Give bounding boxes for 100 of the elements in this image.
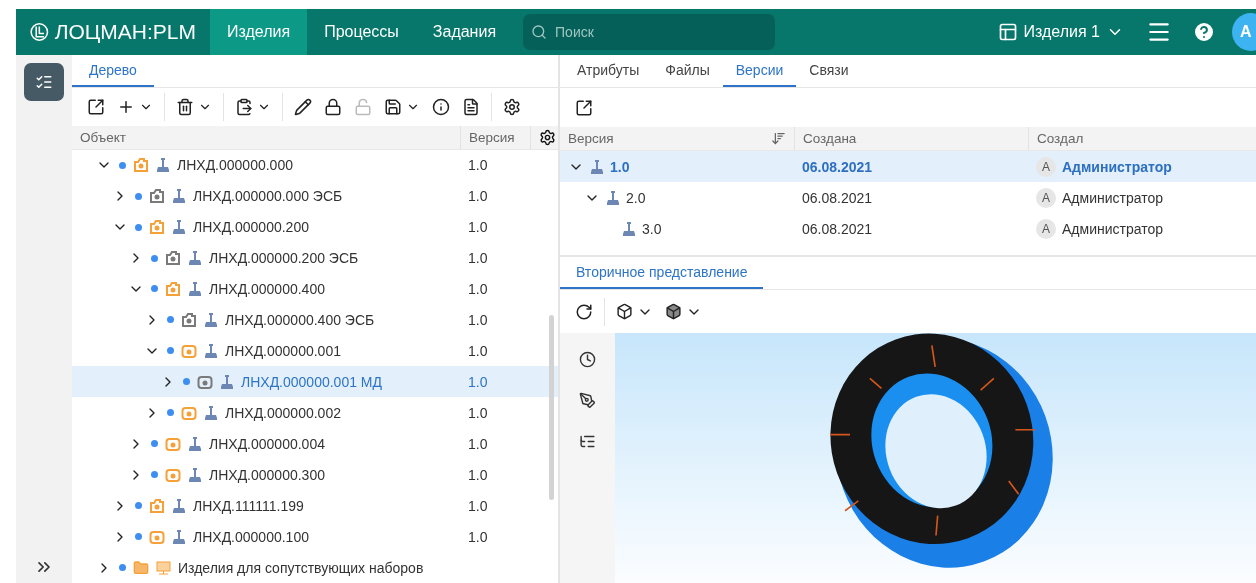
created-date: 06.08.2021	[802, 190, 873, 207]
tree-row[interactable]: ЛНХД.000000.400 ЭСБ 1.0	[72, 304, 558, 336]
version-cell-text: 1.0	[467, 497, 489, 514]
panel-tab[interactable]: Дерево	[72, 55, 154, 87]
tree-row[interactable]: ЛНХД.000000.100 1.0	[72, 521, 558, 553]
cube-outline-icon	[616, 303, 633, 321]
tree-item-label: ЛНХД.000000.000 ЭСБ	[193, 188, 343, 205]
tree-row[interactable]: ЛНХД.000000.001 1.0	[72, 335, 558, 367]
tree-row[interactable]: ЛНХД.000000.200 1.0	[72, 211, 558, 243]
network-folder-icon	[156, 559, 171, 576]
layout-icon	[997, 22, 1018, 42]
stamp-icon	[204, 342, 218, 359]
status-dot	[135, 223, 142, 231]
version-cell-text: 1.0	[467, 280, 489, 297]
author-name: Администратор	[1062, 158, 1172, 175]
tree-item-label: ЛНХД.000000.002	[225, 404, 341, 421]
panel-tab[interactable]: Связи	[796, 55, 862, 87]
tree-row[interactable]: ЛНХД.000000.000 1.0	[72, 149, 558, 181]
settings-icon[interactable]	[539, 128, 556, 146]
tree-row[interactable]: ЛНХД.111111.199 1.0	[72, 490, 558, 522]
tree-item-label: ЛНХД.000000.004	[209, 435, 325, 452]
stamp-icon	[622, 221, 636, 238]
info-icon	[432, 97, 450, 116]
tree-row[interactable]: ЛНХД.000000.004 1.0	[72, 428, 558, 460]
trash-icon	[176, 97, 194, 116]
nav-tab[interactable]: Задания	[415, 9, 514, 55]
tree-row[interactable]: ЛНХД.000000.300 1.0	[72, 459, 558, 491]
column-header: Версия	[568, 131, 614, 146]
panel-tab[interactable]: Версии	[722, 55, 797, 87]
lock-icon	[324, 97, 342, 116]
tree-row[interactable]: Изделия для сопутствующих наборов	[72, 552, 558, 583]
tree-item-label: ЛНХД.000000.100	[193, 528, 309, 545]
logo-icon	[30, 20, 49, 44]
version-row[interactable]: 3.0 06.08.2021 А Администратор	[560, 213, 1256, 246]
column-header: Создана	[803, 131, 857, 146]
stamp-icon	[188, 250, 202, 266]
status-dot	[135, 192, 142, 200]
sort-icon[interactable]	[771, 131, 786, 146]
stamp-icon	[204, 404, 218, 421]
settings-icon	[503, 97, 521, 116]
3d-viewport[interactable]	[615, 333, 1256, 583]
cube-solid-icon	[665, 303, 682, 321]
scrollbar[interactable]	[549, 315, 554, 500]
tree-item-label: ЛНХД.000000.000	[177, 157, 293, 174]
export-icon	[575, 98, 593, 117]
status-dot	[183, 378, 190, 386]
tree-item-label: ЛНХД.000000.001 МД	[241, 373, 382, 390]
stamp-icon	[220, 373, 234, 390]
search-field[interactable]: Поиск	[553, 23, 758, 41]
panel-tab[interactable]: Атрибуты	[564, 55, 653, 87]
version-cell-text: 1.0	[467, 342, 489, 359]
pencil-icon	[294, 97, 312, 116]
panel-tab[interactable]: Файлы	[652, 55, 723, 87]
stamp-icon	[172, 528, 186, 545]
version-number: 3.0	[642, 221, 662, 238]
user-avatar: А	[1036, 219, 1056, 240]
status-dot	[151, 440, 158, 448]
clock-icon[interactable]	[579, 351, 596, 369]
stamp-icon	[204, 311, 218, 328]
author-name: Администратор	[1062, 221, 1163, 238]
status-dot	[119, 161, 126, 169]
column-header: Версия	[469, 129, 515, 145]
panel-tab[interactable]: Вторичное представление	[560, 257, 764, 290]
status-dot	[135, 502, 142, 510]
tree-item-label: ЛНХД.000000.400 ЭСБ	[225, 311, 375, 328]
tree-row[interactable]: ЛНХД.000000.000 ЭСБ 1.0	[72, 180, 558, 212]
tree-row[interactable]: ЛНХД.000000.002 1.0	[72, 397, 558, 429]
status-dot	[151, 471, 158, 479]
tree-view-button[interactable]	[24, 63, 64, 101]
created-date: 06.08.2021	[802, 221, 873, 238]
document-icon	[462, 97, 480, 116]
nav-tab[interactable]: Процессы	[307, 9, 416, 55]
nav-tab[interactable]: Изделия	[210, 9, 308, 55]
version-row[interactable]: 1.0 06.08.2021 А Администратор	[560, 151, 1256, 183]
version-cell-text: 1.0	[467, 404, 489, 421]
version-cell-text: 1.0	[467, 219, 489, 236]
tree-row[interactable]: ЛНХД.000000.200 ЭСБ 1.0	[72, 242, 558, 274]
tree-item-label: ЛНХД.000000.200 ЭСБ	[209, 250, 359, 266]
tree-item-label: ЛНХД.000000.300	[209, 466, 325, 483]
version-row[interactable]: 2.0 06.08.2021 А Администратор	[560, 182, 1256, 214]
unlock-icon	[354, 97, 372, 116]
export-icon	[87, 97, 105, 116]
user-avatar: А	[1036, 156, 1056, 177]
tree-row[interactable]: ЛНХД.000000.400 1.0	[72, 273, 558, 305]
status-dot	[135, 533, 142, 541]
version-number: 1.0	[610, 158, 630, 175]
tree-item-label: ЛНХД.000000.200	[193, 219, 309, 236]
user-avatar: А	[1036, 188, 1056, 209]
checklist-icon	[35, 73, 53, 91]
tree-row[interactable]: ЛНХД.000000.001 МД 1.0	[72, 366, 558, 398]
search-box[interactable]: Поиск	[523, 14, 776, 50]
version-number: 2.0	[626, 190, 646, 207]
search-icon	[531, 24, 548, 40]
version-cell-text: 1.0	[467, 528, 489, 545]
pen-icon[interactable]	[579, 392, 596, 410]
tree-item-label: Изделия для сопутствующих наборов	[178, 559, 424, 576]
tree-item-label: ЛНХД.000000.001	[225, 342, 341, 359]
app-title: ЛОЦМАН:PLM	[54, 20, 196, 44]
author-name: Администратор	[1062, 190, 1163, 207]
workspace-selector[interactable]: Изделия 1	[985, 9, 1136, 55]
